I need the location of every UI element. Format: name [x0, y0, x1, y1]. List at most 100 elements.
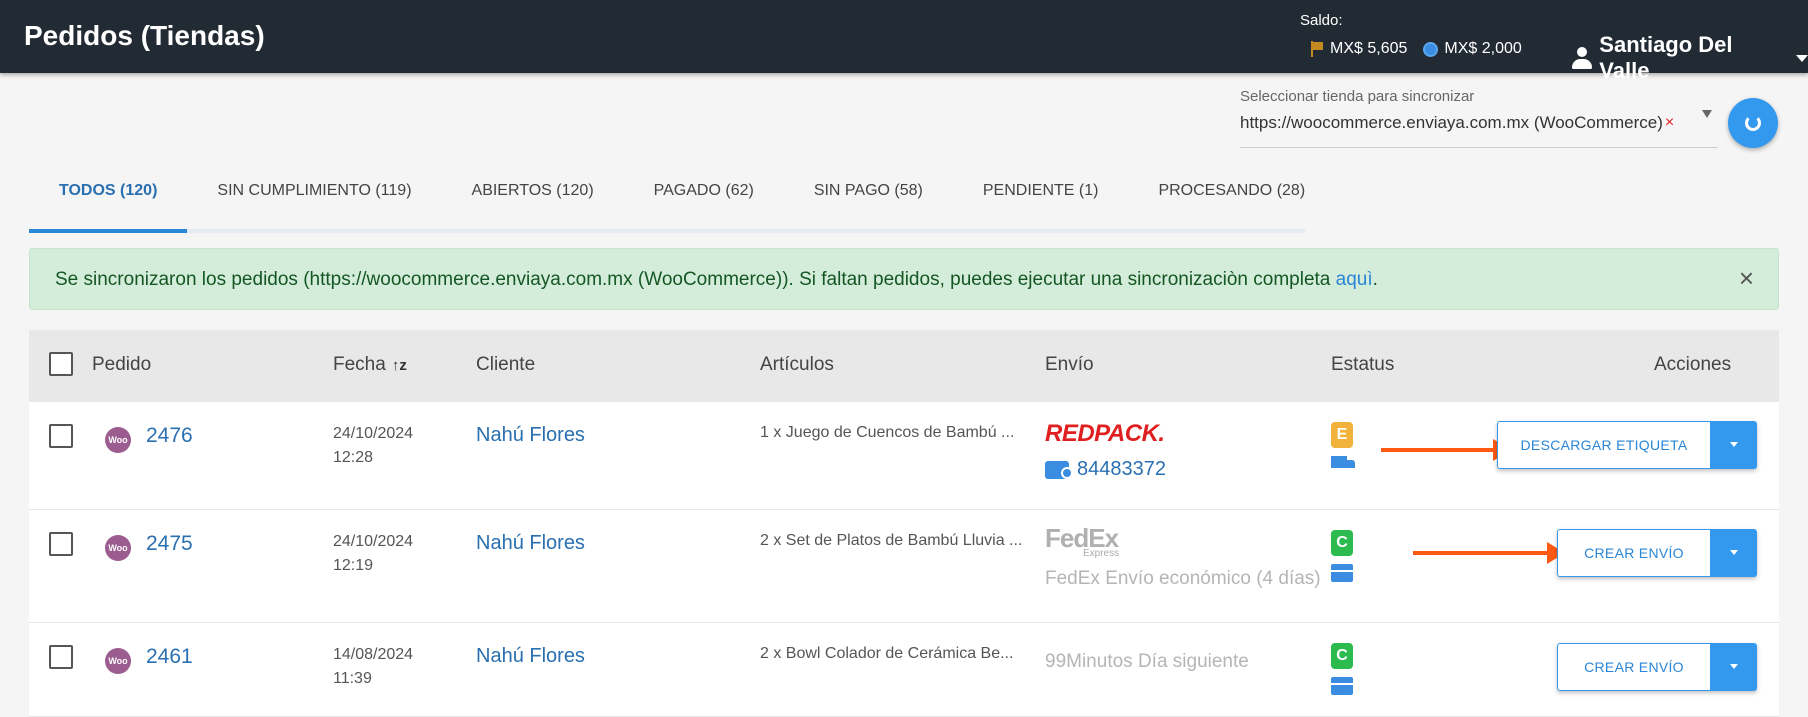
balances: MX$ 5,605 MX$ 2,000 [1310, 40, 1522, 58]
table-header: Pedido Fecha ↑z Cliente Artículos Envío E… [29, 330, 1779, 402]
status-badge: C [1331, 643, 1353, 669]
order-number[interactable]: 2461 [146, 645, 193, 669]
order-date-day: 14/08/2024 [333, 646, 414, 663]
tracking-icon [1045, 460, 1073, 479]
order-date: 14/08/2024 11:39 [333, 643, 413, 691]
action-dropdown-button[interactable] [1711, 421, 1757, 469]
row-checkbox[interactable] [49, 424, 73, 448]
table-row: Woo 2476 24/10/2024 12:28 Nahú Flores 1 … [29, 402, 1779, 510]
sync-button[interactable] [1728, 98, 1778, 148]
action-button-group: CREAR ENVÍO [1557, 643, 1757, 691]
alert-end: . [1372, 269, 1378, 290]
sort-icon: ↑z [391, 357, 407, 374]
table-row: Woo 2475 24/10/2024 12:19 Nahú Flores 2 … [29, 510, 1779, 623]
close-icon[interactable]: × [1739, 263, 1754, 293]
arrow-icon [1413, 542, 1565, 564]
user-name: Santiago Del Valle [1599, 32, 1733, 83]
order-date-time: 12:28 [333, 449, 374, 466]
store-select[interactable]: Seleccionar tienda para sincronizar http… [1240, 88, 1718, 148]
status-badge: E [1331, 422, 1353, 448]
tab-pagado[interactable]: PAGADO (62) [624, 160, 784, 229]
client-name[interactable]: Nahú Flores [476, 645, 585, 668]
clear-icon[interactable]: × [1665, 114, 1674, 132]
fedex-logo: FedEx [1045, 523, 1119, 553]
tab-sin-cumplimiento[interactable]: SIN CUMPLIMIENTO (119) [187, 160, 441, 229]
order-date-time: 11:39 [333, 670, 372, 687]
redpack-logo: REDPACK. [1045, 420, 1165, 447]
action-button-group: DESCARGAR ETIQUETA [1497, 421, 1757, 469]
store-select-text: https://woocommerce.enviaya.com.mx (WooC… [1240, 113, 1663, 132]
store-select-value: https://woocommerce.enviaya.com.mx (WooC… [1240, 113, 1718, 133]
col-articulos: Artículos [760, 354, 834, 375]
woocommerce-icon: Woo [105, 427, 131, 453]
create-shipment-button[interactable]: CREAR ENVÍO [1557, 643, 1711, 691]
flag-icon [1310, 41, 1324, 57]
woocommerce-icon: Woo [105, 535, 131, 561]
globe-icon [1423, 41, 1439, 57]
truck-icon [1331, 456, 1355, 472]
dropdown-arrow-icon[interactable] [1702, 110, 1712, 118]
client-name[interactable]: Nahú Flores [476, 424, 585, 447]
tab-procesando[interactable]: PROCESANDO (28) [1128, 160, 1335, 229]
order-items: 2 x Set de Platos de Bambú Lluvia ... [760, 532, 1023, 549]
store-select-label: Seleccionar tienda para sincronizar [1240, 88, 1475, 105]
shipping-service: 99Minutos Día siguiente [1045, 651, 1249, 672]
chevron-down-icon [1796, 54, 1808, 62]
shipment: FedEx Express FedEx Envío económico (4 d… [1045, 523, 1321, 590]
tracking[interactable]: 84483372 [1045, 458, 1166, 481]
order-date-day: 24/10/2024 [333, 533, 414, 550]
row-checkbox[interactable] [49, 645, 73, 669]
col-acciones: Acciones [1654, 354, 1732, 375]
woocommerce-icon: Woo [105, 648, 131, 674]
col-fecha-label: Fecha [333, 354, 386, 375]
user-menu[interactable]: Santiago Del Valle [1572, 32, 1808, 84]
tracking-number[interactable]: 84483372 [1077, 458, 1166, 481]
shipping-service: FedEx Envío económico (4 días) [1045, 568, 1321, 589]
status: C [1331, 643, 1353, 695]
order-tabs: TODOS (120) SIN CUMPLIMIENTO (119) ABIER… [29, 160, 1305, 233]
tab-pendiente[interactable]: PENDIENTE (1) [953, 160, 1129, 229]
row-checkbox[interactable] [49, 532, 73, 556]
shipment: REDPACK. 84483372 [1045, 420, 1166, 481]
order-number[interactable]: 2476 [146, 424, 193, 448]
balance-globe: MX$ 2,000 [1423, 40, 1522, 58]
shipment: 99Minutos Día siguiente [1045, 651, 1249, 673]
col-envio: Envío [1045, 354, 1094, 375]
status: C [1331, 530, 1353, 582]
action-dropdown-button[interactable] [1711, 529, 1757, 577]
select-all-checkbox[interactable] [49, 352, 73, 376]
arrow-icon [1381, 439, 1511, 461]
order-number[interactable]: 2475 [146, 532, 193, 556]
user-icon [1572, 47, 1593, 69]
fedex-logo-sub: Express [1083, 548, 1120, 559]
action-dropdown-button[interactable] [1711, 643, 1757, 691]
order-date-day: 24/10/2024 [333, 425, 414, 442]
balance-2-value: MX$ 2,000 [1444, 40, 1522, 57]
sync-alert: Se sincronizaron los pedidos (https://wo… [29, 248, 1779, 310]
create-shipment-button[interactable]: CREAR ENVÍO [1557, 529, 1711, 577]
tab-abiertos[interactable]: ABIERTOS (120) [442, 160, 624, 229]
package-icon [1331, 677, 1353, 695]
table-row: Woo 2461 14/08/2024 11:39 Nahú Flores 2 … [29, 623, 1779, 717]
package-icon [1331, 564, 1353, 582]
top-bar: Pedidos (Tiendas) Saldo: MX$ 5,605 MX$ 2… [0, 0, 1808, 83]
col-fecha[interactable]: Fecha ↑z [333, 354, 407, 376]
order-items: 2 x Bowl Colador de Cerámica Be... [760, 645, 1014, 662]
alert-text: Se sincronizaron los pedidos (https://wo… [55, 269, 1336, 290]
col-pedido: Pedido [92, 354, 152, 375]
full-sync-link[interactable]: aquì [1336, 269, 1373, 290]
balance-1-value: MX$ 5,605 [1330, 40, 1408, 57]
order-date: 24/10/2024 12:19 [333, 530, 413, 578]
col-estatus: Estatus [1331, 354, 1395, 375]
tab-sin-pago[interactable]: SIN PAGO (58) [784, 160, 953, 229]
order-date: 24/10/2024 12:28 [333, 422, 413, 470]
col-cliente: Cliente [476, 354, 536, 375]
status: E [1331, 422, 1355, 472]
order-items: 1 x Juego de Cuencos de Bambú ... [760, 424, 1015, 441]
action-button-group: CREAR ENVÍO [1557, 529, 1757, 577]
tab-todos[interactable]: TODOS (120) [29, 160, 188, 233]
status-badge: C [1331, 530, 1353, 556]
download-label-button[interactable]: DESCARGAR ETIQUETA [1497, 421, 1711, 469]
client-name[interactable]: Nahú Flores [476, 532, 585, 555]
page-title: Pedidos (Tiendas) [24, 20, 265, 51]
